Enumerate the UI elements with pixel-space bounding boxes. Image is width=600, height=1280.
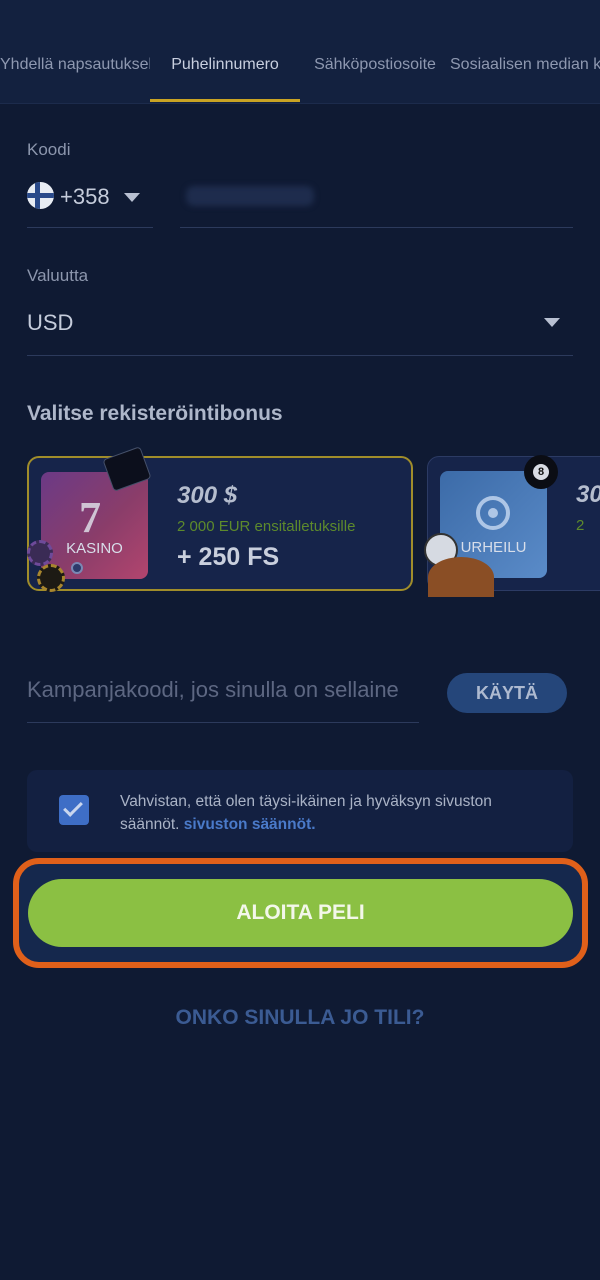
terms-box: Vahvistan, että olen täysi-ikäinen ja hy… [27, 770, 573, 852]
tab-email[interactable]: Sähköpostiosoite [300, 56, 450, 74]
tab-email-label: Sähköpostiosoite [314, 56, 436, 73]
tab-phone[interactable]: Puhelinnumero [150, 56, 300, 74]
tab-social-label: Sosiaalisen median kautta [450, 56, 600, 73]
tab-social[interactable]: Sosiaalisen median kautta [450, 56, 600, 74]
poker-chip-icon [71, 562, 83, 574]
sport-bonus-amount: 30 [576, 481, 600, 508]
start-game-button[interactable]: ALOITA PELI [28, 879, 573, 947]
phone-number-input[interactable] [186, 186, 314, 206]
casino-seven-icon: 7 [79, 493, 101, 542]
tab-one-click-label: Yhdellä napsautuksella [0, 56, 150, 73]
terms-text: Vahvistan, että olen täysi-ikäinen ja hy… [120, 790, 550, 836]
billiard-ball-icon: 8 [524, 455, 558, 489]
terms-link[interactable]: sivuston säännöt. [184, 816, 316, 833]
tab-one-click[interactable]: Yhdellä napsautuksella [0, 56, 150, 74]
poker-chip-icon [37, 564, 65, 592]
chevron-down-icon [544, 318, 560, 327]
bonus-card-sport[interactable]: URHEILU 8 30 2 [424, 455, 600, 597]
terms-checkbox[interactable] [59, 795, 89, 825]
apply-promo-button[interactable]: KÄYTÄ [447, 673, 567, 713]
finland-flag-icon [27, 182, 54, 209]
active-tab-indicator [150, 99, 300, 102]
svg-text:7: 7 [79, 493, 101, 542]
currency-underline [27, 355, 573, 356]
phone-underline [180, 227, 573, 228]
promo-code-input[interactable]: Kampanjakoodi, jos sinulla on sellaine [27, 677, 399, 703]
code-label: Koodi [27, 140, 71, 159]
existing-account-link[interactable]: ONKO SINULLA JO TILI? [0, 1006, 600, 1030]
promo-underline [27, 722, 419, 723]
casino-tile: 7 KASINO [41, 472, 148, 579]
check-icon [63, 797, 83, 817]
currency-label: Valuutta [27, 266, 89, 285]
tab-phone-label: Puhelinnumero [171, 56, 279, 73]
country-code-value: +358 [60, 184, 110, 209]
currency-value: USD [27, 310, 74, 335]
registration-tabs: Yhdellä napsautuksella Puhelinnumero Säh… [0, 0, 600, 104]
chevron-down-icon [124, 193, 140, 202]
bonus-card-casino[interactable]: 7 KASINO 300 $ 2 000 EUR ensitalletuksil… [27, 446, 413, 592]
bonus-section-title: Valitse rekisteröintibonus [27, 402, 283, 425]
basketball-icon [428, 557, 494, 597]
casino-tile-label: KASINO [66, 540, 123, 557]
casino-free-spins: + 250 FS [177, 543, 280, 571]
sport-bonus-subtitle: 2 [576, 517, 585, 534]
code-underline [27, 227, 153, 228]
casino-bonus-amount: 300 $ [177, 482, 238, 509]
poker-chip-icon [27, 540, 53, 566]
casino-bonus-subtitle: 2 000 EUR ensitalletuksille [177, 518, 356, 535]
